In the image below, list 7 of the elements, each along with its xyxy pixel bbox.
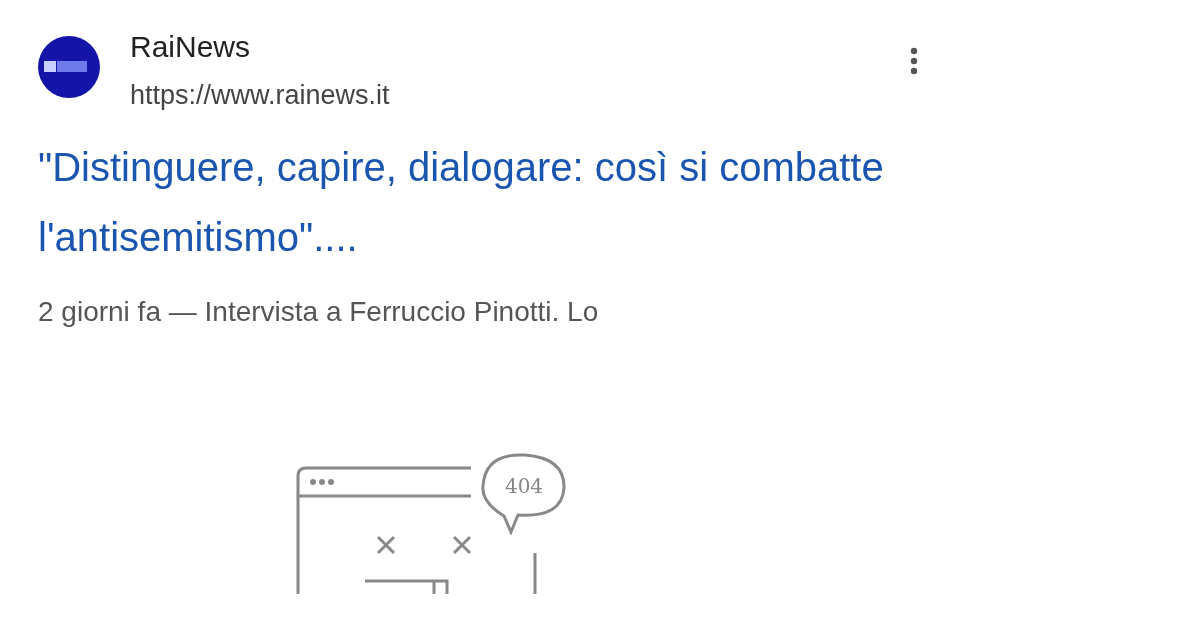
more-options-icon[interactable] <box>910 47 918 75</box>
source-name[interactable]: RaiNews <box>130 30 910 64</box>
error-page-drawing: 404 <box>295 454 595 594</box>
logo-icon <box>38 36 100 98</box>
source-url[interactable]: https://www.rainews.it <box>130 78 910 112</box>
result-snippet: 2 giorni fa — Intervista a Ferruccio Pinotti. Lo <box>38 295 600 329</box>
result-headline-link[interactable]: "Distinguere, capire, dialogare: così si combatte l'antisemitismo".... <box>38 132 898 272</box>
